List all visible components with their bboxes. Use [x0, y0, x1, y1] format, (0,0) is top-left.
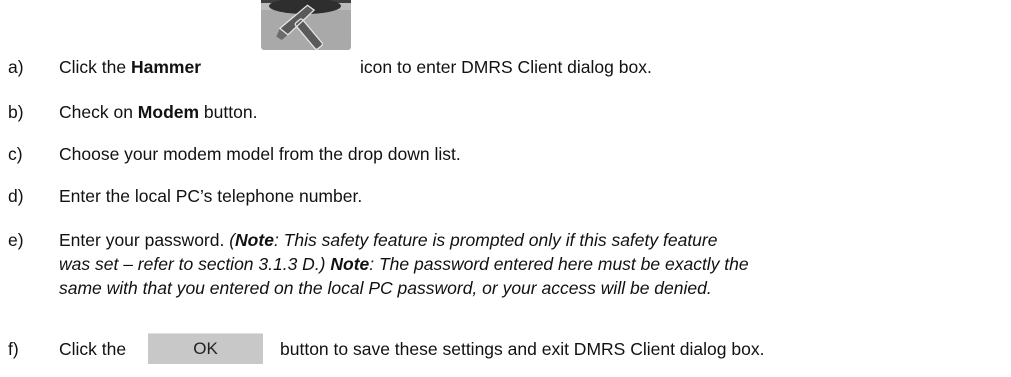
step-text: Enter your password. — [59, 230, 230, 250]
note-label: Note — [235, 230, 274, 250]
hammer-icon[interactable] — [261, 0, 351, 50]
step-marker: e) — [8, 230, 24, 250]
step-text: Choose your modem model from the drop do… — [59, 144, 461, 164]
step-text: button to save these settings and exit D… — [280, 339, 765, 359]
note-label: Note — [330, 254, 370, 274]
step-text: Check on — [59, 102, 138, 122]
step-marker: d) — [8, 186, 24, 206]
step-text: Click the — [59, 57, 131, 77]
step-text: Enter the local PC’s telephone number. — [59, 186, 363, 206]
step-marker: a) — [8, 57, 24, 77]
bold-term: Modem — [137, 102, 200, 122]
step-marker: f) — [8, 339, 19, 359]
note-line: same with that you entered on the local … — [59, 278, 712, 298]
step-marker: c) — [8, 144, 23, 164]
step-text: icon to enter DMRS Client dialog box. — [360, 57, 652, 77]
ok-button-label: OK — [193, 339, 218, 358]
note-text: : This safety feature is prompted only i… — [273, 230, 718, 250]
note-line: was set – refer to section 3.1.3 D.) Not… — [59, 254, 749, 274]
step-text: button. — [199, 102, 258, 122]
step-marker: b) — [8, 102, 24, 122]
step-text: Click the — [59, 339, 127, 359]
bold-term: Hammer — [130, 57, 202, 77]
ok-button[interactable]: OK — [148, 333, 263, 364]
